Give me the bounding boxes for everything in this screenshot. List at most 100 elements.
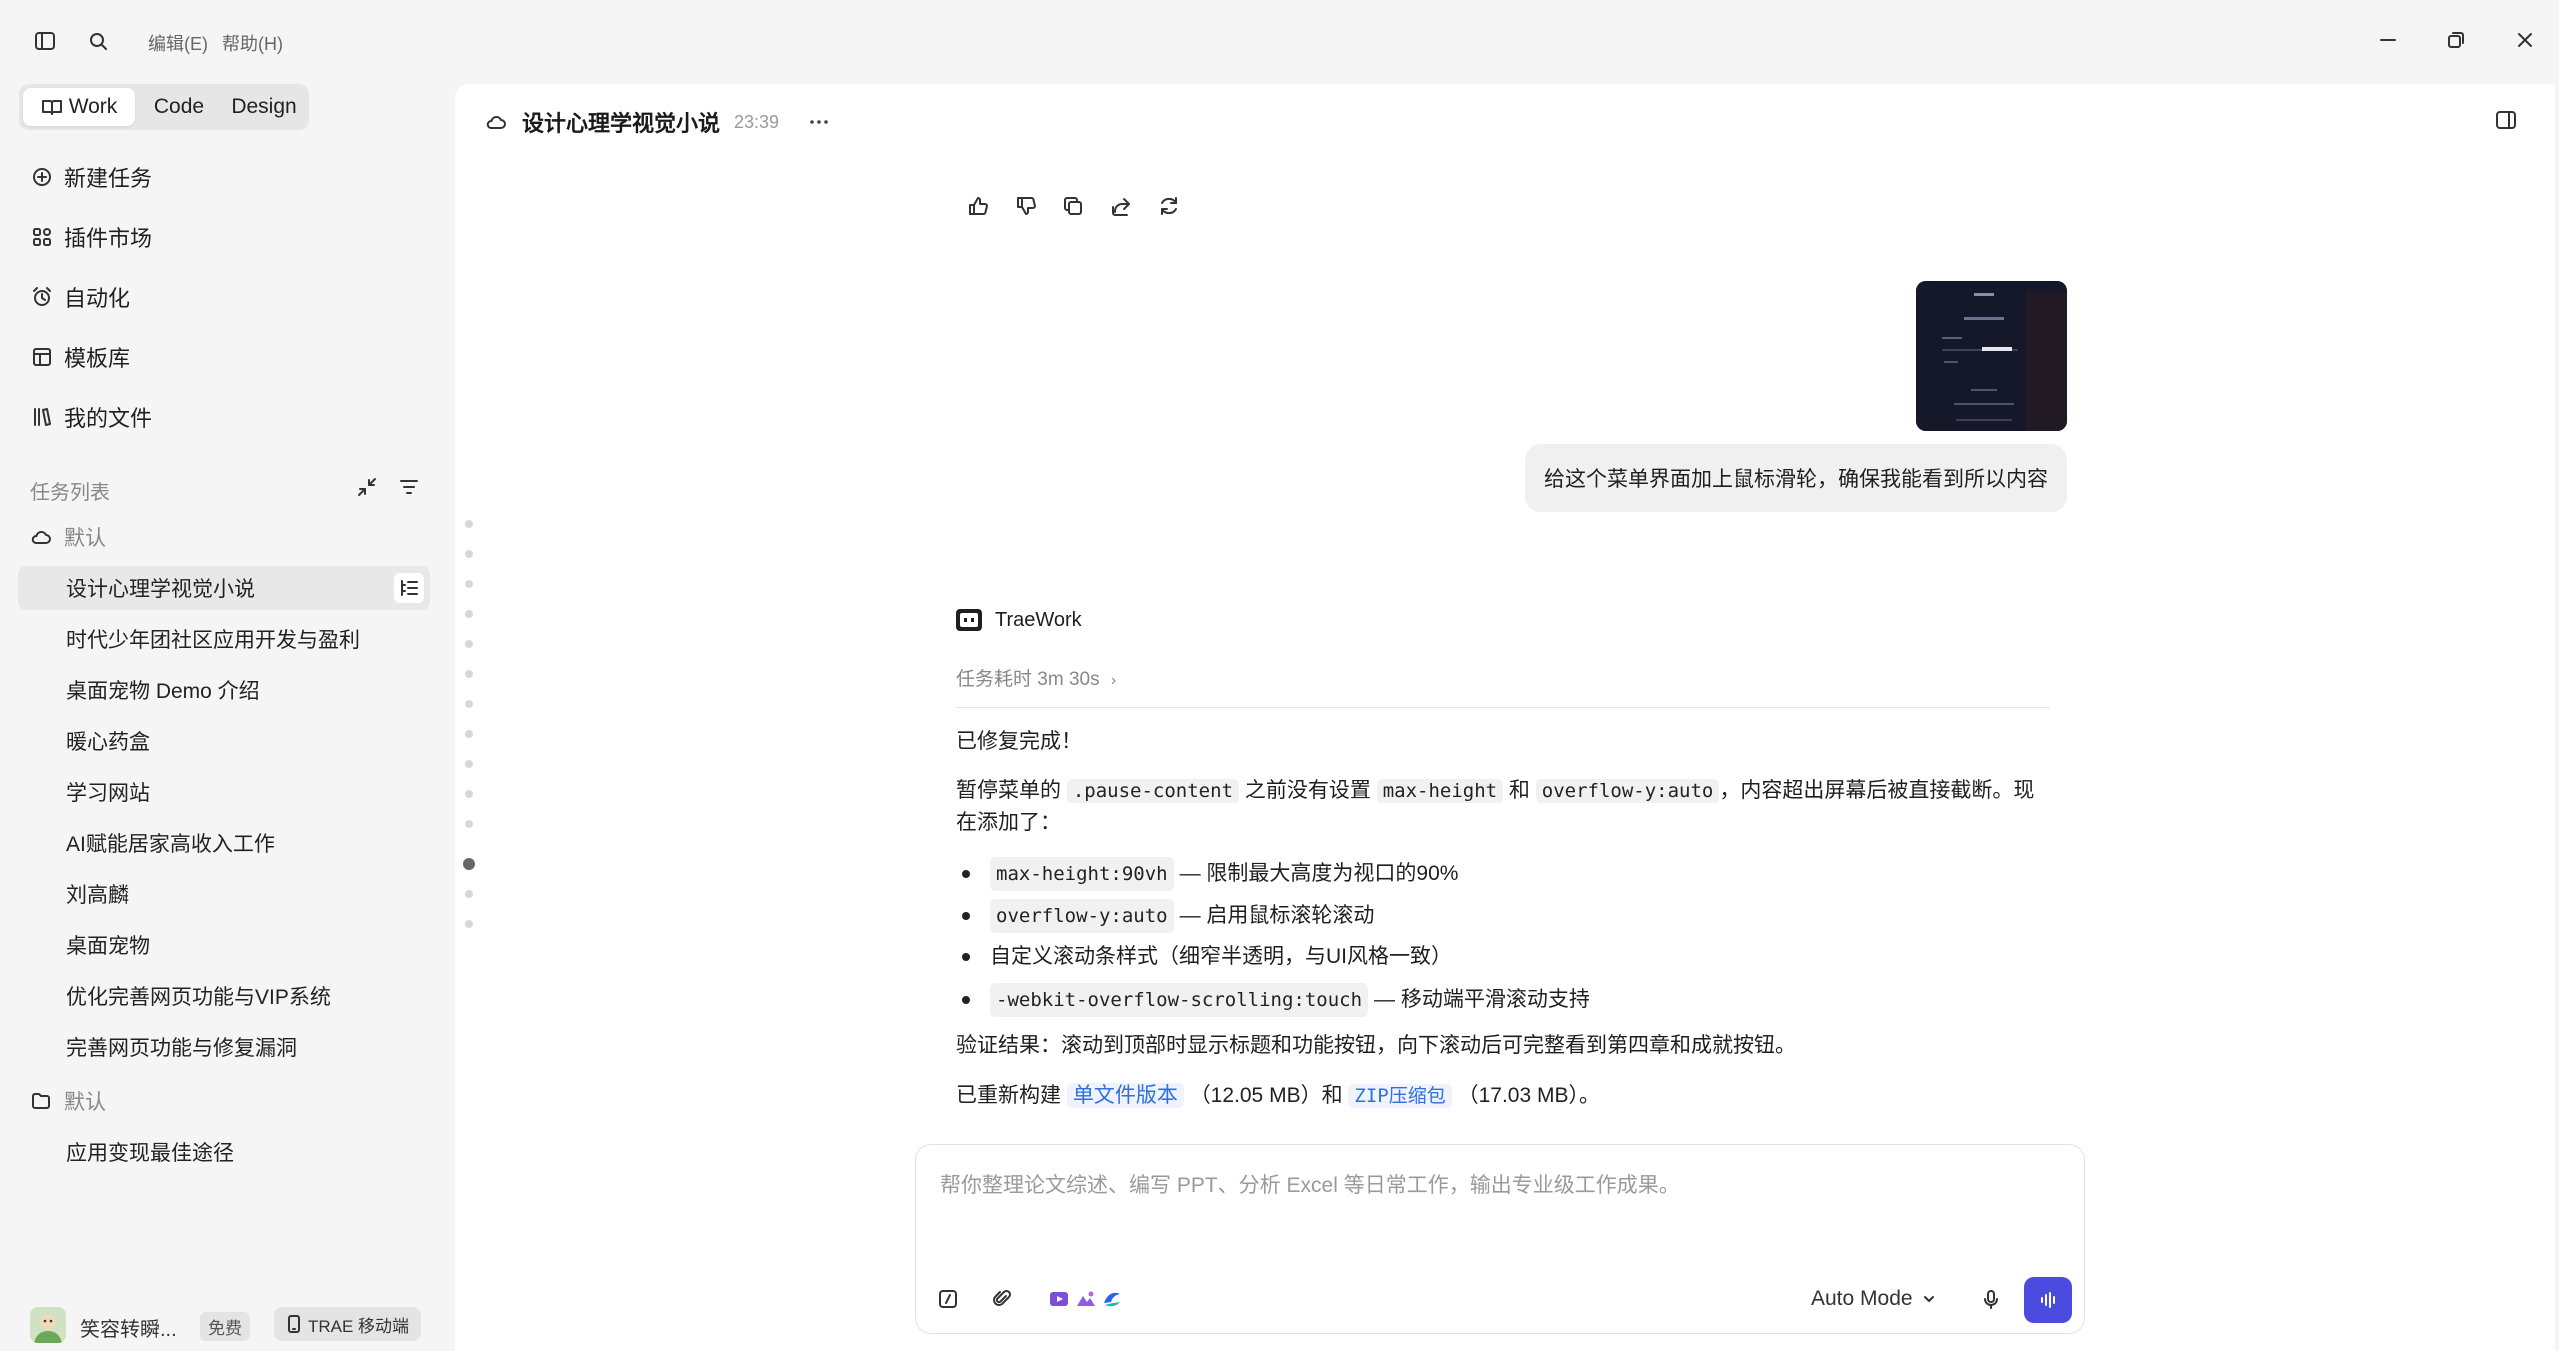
- zip-link[interactable]: ZIP压缩包: [1348, 1084, 1452, 1108]
- refresh-icon[interactable]: [1153, 190, 1185, 222]
- task-item[interactable]: 桌面宠物: [18, 923, 430, 967]
- mobile-app-label: TRAE 移动端: [308, 1316, 410, 1336]
- nav-new-task[interactable]: 新建任务: [30, 157, 152, 197]
- task-duration-label: 任务耗时 3m 30s: [956, 669, 1100, 690]
- nav-dot[interactable]: [465, 920, 473, 928]
- thumbs-down-icon[interactable]: [1010, 190, 1042, 222]
- task-item[interactable]: 暖心药盒: [18, 719, 430, 763]
- task-item-label: 优化完善网页功能与VIP系统: [66, 986, 331, 1009]
- copy-icon[interactable]: [1057, 190, 1089, 222]
- collapse-icon[interactable]: [356, 476, 378, 498]
- user-name[interactable]: 笑容转瞬...: [80, 1313, 177, 1342]
- task-item[interactable]: 学习网站: [18, 770, 430, 814]
- bullet-dot: [962, 996, 970, 1004]
- tab-code[interactable]: Code: [141, 88, 217, 126]
- text: （17.03 MB）。: [1457, 1084, 1600, 1107]
- nav-dot[interactable]: [465, 700, 473, 708]
- nav-dot[interactable]: [465, 670, 473, 678]
- task-duration-toggle[interactable]: 任务耗时 3m 30s ›: [956, 664, 1116, 691]
- header-time: 23:39: [734, 111, 780, 132]
- attached-image-thumbnail[interactable]: [1916, 281, 2067, 431]
- attach-icon[interactable]: [986, 1283, 1018, 1315]
- text: （12.05 MB）和: [1189, 1084, 1343, 1107]
- task-item[interactable]: 桌面宠物 Demo 介绍: [18, 668, 430, 712]
- bullet-dot: [962, 870, 970, 878]
- nav-dot[interactable]: [465, 610, 473, 618]
- more-icon[interactable]: [807, 110, 831, 134]
- bot-header: TraeWork: [955, 604, 1082, 636]
- text: — 启用鼠标滚轮滚动: [1179, 904, 1375, 927]
- mode-selector[interactable]: Auto Mode: [1811, 1281, 1937, 1317]
- composer-input[interactable]: 帮你整理论文综述、编写 PPT、分析 Excel 等日常工作，输出专业级工作成果…: [940, 1169, 1680, 1199]
- nav-automation[interactable]: 自动化: [30, 277, 130, 317]
- close-icon[interactable]: [2507, 22, 2543, 58]
- panel-toggle-icon[interactable]: [2494, 108, 2518, 132]
- nav-dot[interactable]: [465, 890, 473, 898]
- doc-tool-icon[interactable]: [1096, 1283, 1128, 1315]
- chevron-down-icon: [1923, 1296, 1934, 1302]
- task-group-default-2[interactable]: 默认: [30, 1084, 106, 1118]
- microphone-icon[interactable]: [1975, 1283, 2007, 1315]
- conversation-header: 设计心理学视觉小说 23:39: [484, 108, 831, 136]
- task-item-label: 桌面宠物: [66, 935, 150, 958]
- files-icon: [30, 405, 54, 429]
- voice-send-button[interactable]: [2024, 1277, 2072, 1323]
- mobile-app-button[interactable]: TRAE 移动端: [274, 1307, 422, 1341]
- nav-dot[interactable]: [465, 760, 473, 768]
- tab-design[interactable]: Design: [221, 88, 307, 126]
- share-icon[interactable]: [1105, 190, 1137, 222]
- nav-my-files[interactable]: 我的文件: [30, 397, 152, 437]
- nav-dot[interactable]: [465, 550, 473, 558]
- thumbs-up-icon[interactable]: [962, 190, 994, 222]
- task-item[interactable]: 刘高麟: [18, 872, 430, 916]
- task-outline-button[interactable]: [394, 573, 424, 603]
- reply-bullet: max-height:90vh — 限制最大高度为视口的90%: [962, 857, 1458, 891]
- task-item[interactable]: AI赋能居家高收入工作: [18, 821, 430, 865]
- task-item-label: AI赋能居家高收入工作: [66, 833, 275, 856]
- task-item[interactable]: 完善网页功能与修复漏洞: [18, 1025, 430, 1069]
- single-file-link[interactable]: 单文件版本: [1066, 1083, 1184, 1108]
- nav-templates[interactable]: 模板库: [30, 337, 130, 377]
- nav-dot[interactable]: [465, 580, 473, 588]
- slash-command-icon[interactable]: [932, 1283, 964, 1315]
- tab-work[interactable]: Work: [23, 88, 135, 126]
- nav-dot[interactable]: [465, 730, 473, 738]
- nav-dot[interactable]: [465, 640, 473, 648]
- reply-bullet: overflow-y:auto — 启用鼠标滚轮滚动: [962, 899, 1374, 933]
- minimize-icon[interactable]: [2370, 22, 2406, 58]
- nav-my-files-label: 我的文件: [64, 406, 153, 431]
- task-item-label: 学习网站: [66, 782, 150, 805]
- task-item-label: 设计心理学视觉小说: [66, 578, 255, 601]
- task-list-title: 任务列表: [30, 482, 110, 504]
- restore-icon[interactable]: [2438, 22, 2474, 58]
- nav-dot[interactable]: [465, 790, 473, 798]
- nav-automation-label: 自动化: [64, 286, 131, 311]
- inline-code: overflow-y:auto: [990, 899, 1174, 933]
- message-navigator[interactable]: [460, 520, 478, 940]
- search-icon[interactable]: [83, 26, 113, 56]
- book-icon: [41, 100, 62, 115]
- filter-icon[interactable]: [398, 476, 420, 498]
- folder-icon: [30, 1090, 54, 1112]
- text: 和: [1508, 779, 1530, 802]
- nav-dot-active[interactable]: [463, 858, 475, 870]
- task-item-label: 时代少年团社区应用开发与盈利: [66, 629, 360, 652]
- task-group-default[interactable]: 默认: [30, 520, 106, 554]
- task-item[interactable]: 应用变现最佳途径: [18, 1130, 430, 1174]
- composer[interactable]: 帮你整理论文综述、编写 PPT、分析 Excel 等日常工作，输出专业级工作成果…: [915, 1144, 2085, 1334]
- task-item[interactable]: 设计心理学视觉小说: [18, 566, 430, 610]
- nav-dot[interactable]: [465, 520, 473, 528]
- avatar[interactable]: [30, 1307, 66, 1343]
- sidebar-toggle-icon[interactable]: [30, 26, 60, 56]
- menu-help[interactable]: 帮助(H): [222, 30, 283, 56]
- bullet-dot: [962, 912, 970, 920]
- task-item[interactable]: 优化完善网页功能与VIP系统: [18, 974, 430, 1018]
- menu-edit[interactable]: 编辑(E): [148, 30, 208, 56]
- user-message-bubble: 给这个菜单界面加上鼠标滑轮，确保我能看到所以内容: [1525, 444, 2067, 512]
- chevron-right-icon: ›: [1110, 672, 1117, 689]
- nav-plugin-market[interactable]: 插件市场: [30, 217, 152, 257]
- task-item[interactable]: 时代少年团社区应用开发与盈利: [18, 617, 430, 661]
- task-group-label: 默认: [64, 1091, 106, 1114]
- nav-dot[interactable]: [465, 820, 473, 828]
- inline-code: overflow-y:auto: [1535, 779, 1720, 803]
